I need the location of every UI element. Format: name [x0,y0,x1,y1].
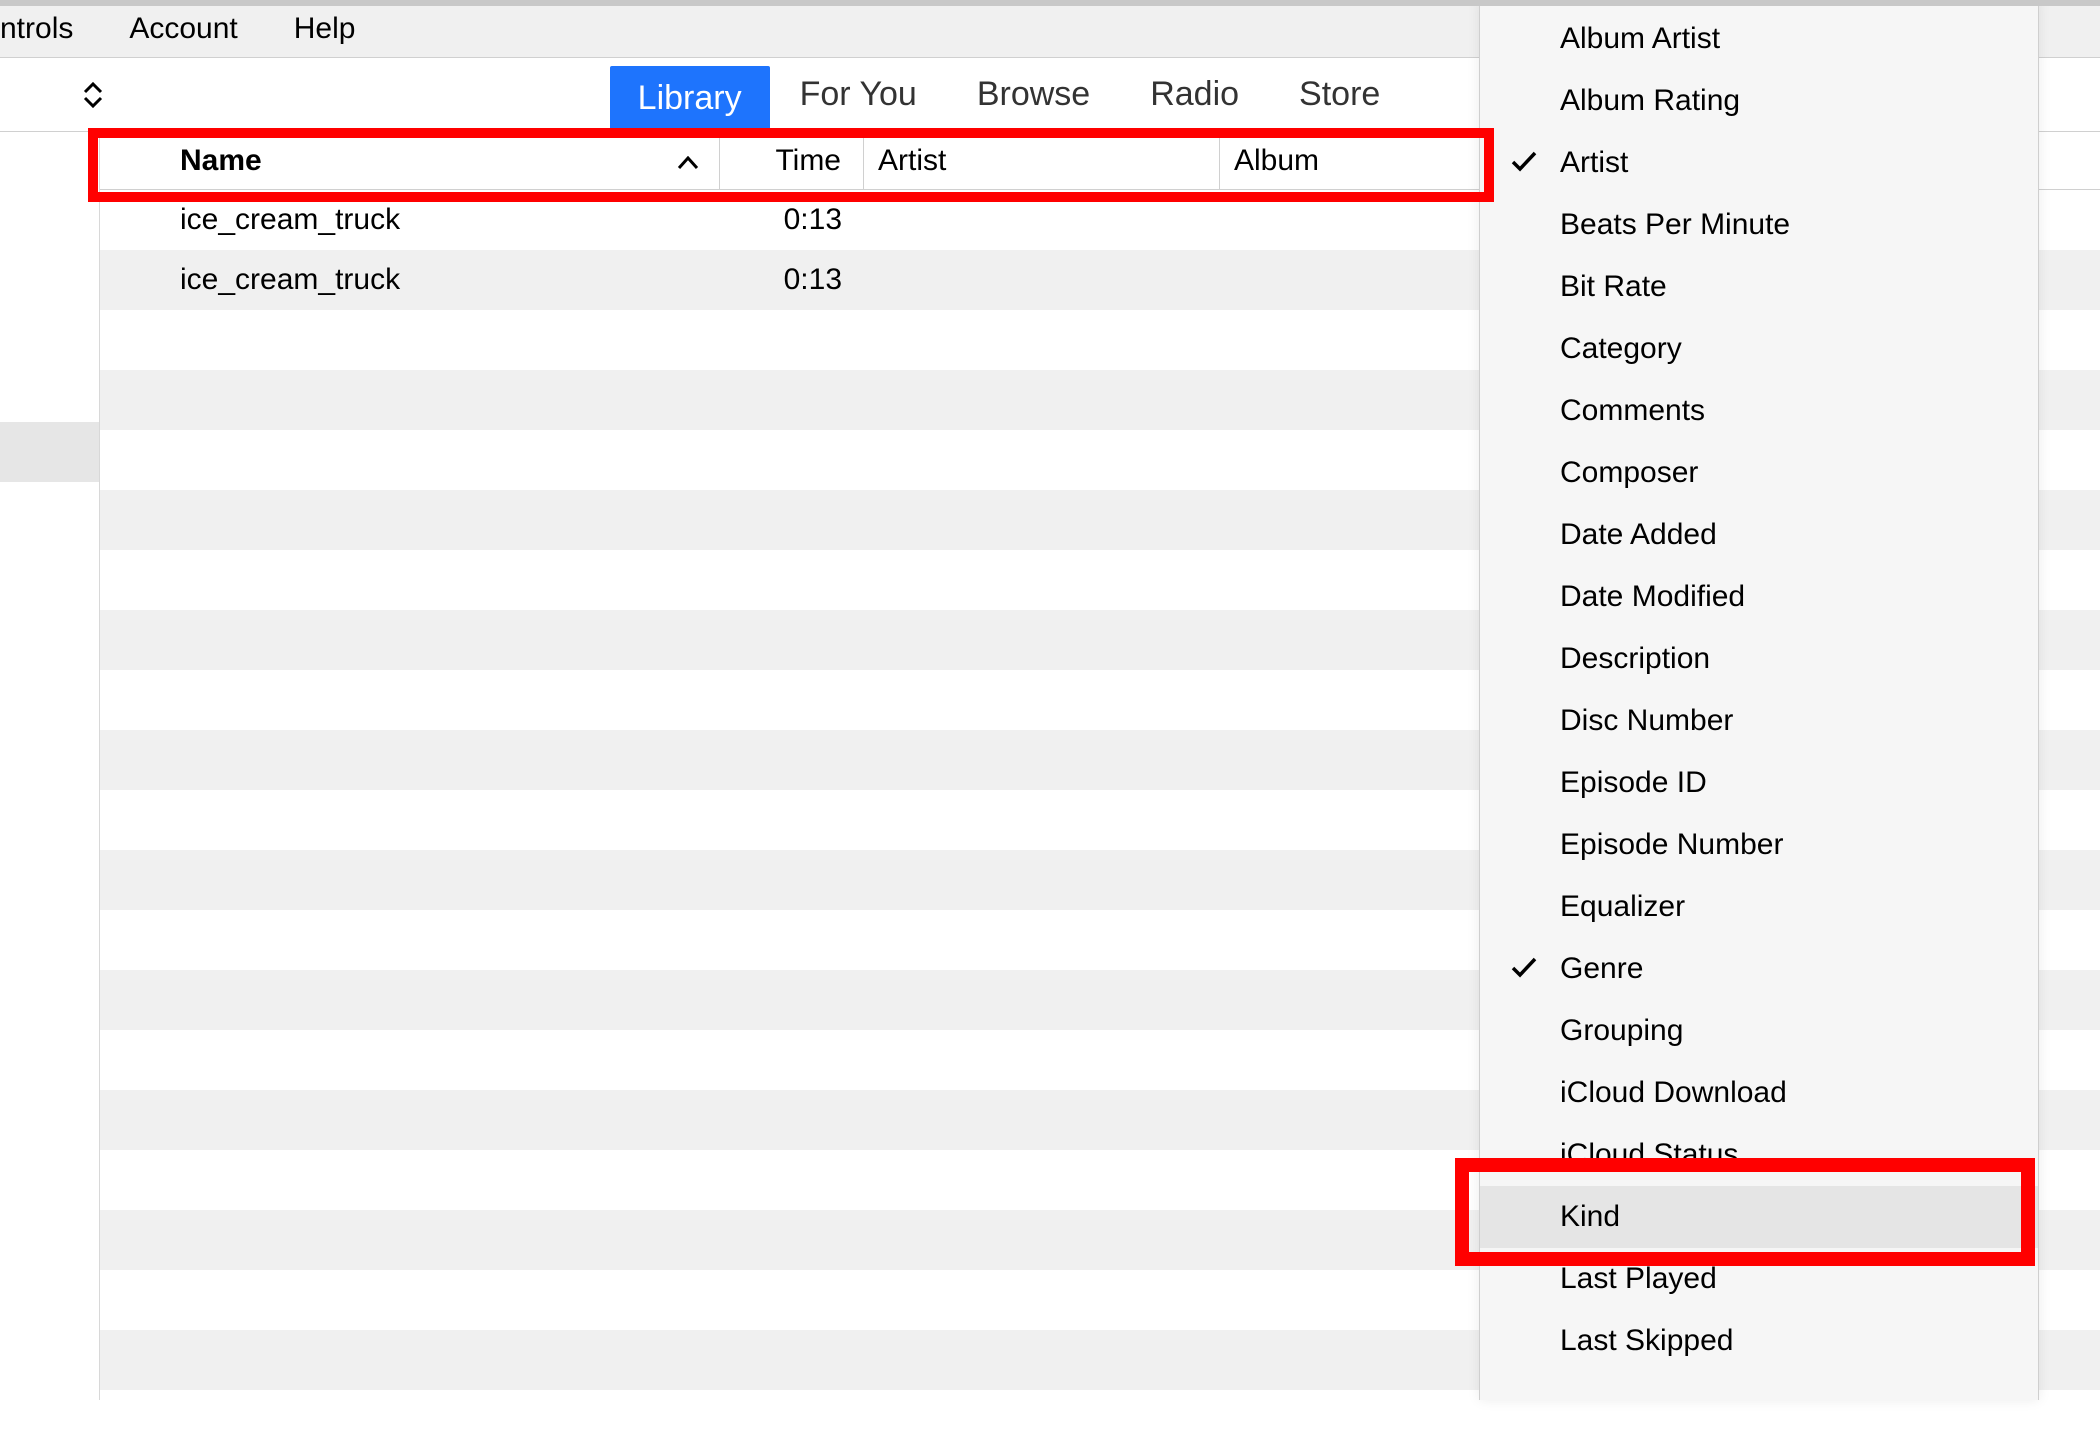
right-strip-row [2039,1150,2100,1210]
column-header-name-label: Name [180,144,262,178]
column-header-artist[interactable]: Artist [864,132,1220,189]
context-menu-item-label: Last Skipped [1560,1324,1733,1358]
cell-time: 0:13 [720,263,864,297]
context-menu-item-icloud-download[interactable]: iCloud Download [1480,1062,2038,1124]
context-menu-item-comments[interactable]: Comments [1480,380,2038,442]
context-menu-item-label: iCloud Status [1560,1138,1738,1172]
context-menu-item-label: Last Played [1560,1262,1717,1296]
tab-radio[interactable]: Radio [1120,58,1269,131]
column-header-artist-label: Artist [878,144,946,178]
context-menu-item-label: Artist [1560,146,1628,180]
context-menu-item-last-skipped[interactable]: Last Skipped [1480,1310,2038,1372]
context-menu-item-episode-number[interactable]: Episode Number [1480,814,2038,876]
media-picker-updown[interactable] [76,71,110,119]
right-strip-row [2039,1330,2100,1390]
cell-time: 0:13 [720,203,864,237]
tab-store[interactable]: Store [1269,58,1410,131]
context-menu-item-date-added[interactable]: Date Added [1480,504,2038,566]
context-menu-item-artist[interactable]: Artist [1480,132,2038,194]
context-menu-item-label: iCloud Download [1560,1076,1787,1110]
context-menu-item-icloud-status[interactable]: iCloud Status [1480,1124,2038,1186]
right-strip-row [2039,550,2100,610]
right-strip-row [2039,610,2100,670]
window-chrome-sliver [0,0,2100,6]
context-menu-item-label: Episode ID [1560,766,1707,800]
right-strip-header [2039,132,2100,190]
right-strip-row [2039,430,2100,490]
context-menu-item-category[interactable]: Category [1480,318,2038,380]
context-menu-item-episode-id[interactable]: Episode ID [1480,752,2038,814]
column-header-time-label: Time [775,144,841,178]
right-strip-row [2039,1390,2100,1450]
context-menu-item-label: Disc Number [1560,704,1733,738]
context-menu-item-label: Description [1560,642,1710,676]
context-menu-item-grouping[interactable]: Grouping [1480,1000,2038,1062]
tab-library[interactable]: Library [610,66,770,131]
check-icon [1510,146,1538,180]
right-strip-row [2039,310,2100,370]
context-menu-item-bit-rate[interactable]: Bit Rate [1480,256,2038,318]
context-menu-item-last-played[interactable]: Last Played [1480,1248,2038,1310]
right-strip-row [2039,970,2100,1030]
cell-name: ice_cream_truck [100,203,720,237]
column-header-time[interactable]: Time [720,132,864,189]
column-context-menu: Album Artist Album Rating Artist Beats Per … [1479,0,2039,1400]
menu-item-controls-truncated[interactable]: ntrols [0,0,101,57]
context-menu-item-album-rating[interactable]: Album Rating [1480,70,2038,132]
cell-name: ice_cream_truck [100,263,720,297]
chevron-down-icon [83,96,103,108]
sidebar [0,132,100,1400]
right-strip-rows [2039,190,2100,1450]
sidebar-selected-item[interactable] [0,422,99,482]
right-strip-row [2039,1210,2100,1270]
context-menu-item-label: Composer [1560,456,1698,490]
context-menu-item-label: Episode Number [1560,828,1783,862]
tab-browse[interactable]: Browse [947,58,1120,131]
right-strip [2039,132,2100,1400]
right-strip-row [2039,190,2100,250]
right-strip-row [2039,370,2100,430]
context-menu-item-label: Comments [1560,394,1705,428]
right-strip-row [2039,1030,2100,1090]
right-strip-row [2039,730,2100,790]
right-strip-row [2039,790,2100,850]
context-menu-item-label: Date Modified [1560,580,1745,614]
sort-ascending-icon [677,144,699,178]
column-header-album-label: Album [1234,144,1319,178]
context-menu-item-label: Album Rating [1560,84,1740,118]
context-menu-item-label: Kind [1560,1200,1620,1234]
right-strip-row [2039,1090,2100,1150]
right-strip-row [2039,910,2100,970]
right-strip-row [2039,1270,2100,1330]
context-menu-item-disc-number[interactable]: Disc Number [1480,690,2038,752]
check-icon [1510,952,1538,986]
menu-item-help[interactable]: Help [266,0,384,57]
column-header-name[interactable]: Name [100,132,720,189]
context-menu-item-label: Genre [1560,952,1643,986]
context-menu-item-label: Category [1560,332,1682,366]
menu-item-account[interactable]: Account [101,0,265,57]
context-menu-item-kind[interactable]: Kind [1480,1186,2038,1248]
context-menu-item-genre[interactable]: Genre [1480,938,2038,1000]
context-menu-item-composer[interactable]: Composer [1480,442,2038,504]
nav-tabs: Library For You Browse Radio Store [610,58,1411,131]
context-menu-item-beats-per-minute[interactable]: Beats Per Minute [1480,194,2038,256]
right-strip-row [2039,490,2100,550]
tab-for-you[interactable]: For You [770,58,947,131]
context-menu-item-album-artist[interactable]: Album Artist [1480,8,2038,70]
context-menu-item-label: Album Artist [1560,22,1720,56]
context-menu-item-label: Bit Rate [1560,270,1667,304]
chevron-up-icon [83,82,103,94]
context-menu-item-label: Beats Per Minute [1560,208,1790,242]
right-strip-row [2039,850,2100,910]
context-menu-item-label: Date Added [1560,518,1717,552]
right-strip-row [2039,250,2100,310]
right-strip-row [2039,670,2100,730]
context-menu-item-label: Grouping [1560,1014,1683,1048]
context-menu-item-description[interactable]: Description [1480,628,2038,690]
context-menu-item-equalizer[interactable]: Equalizer [1480,876,2038,938]
context-menu-item-date-modified[interactable]: Date Modified [1480,566,2038,628]
context-menu-item-label: Equalizer [1560,890,1685,924]
